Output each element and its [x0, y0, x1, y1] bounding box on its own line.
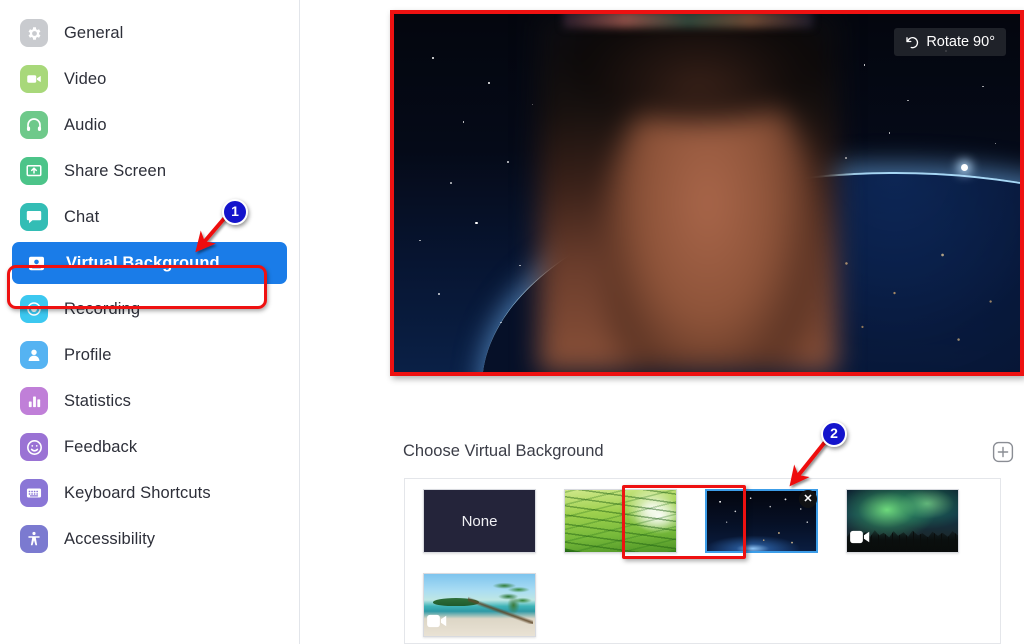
blurred-person-silhouette [539, 14, 837, 372]
star [462, 121, 465, 123]
video-preview-wrapper: Rotate 90° [390, 10, 1024, 376]
star [863, 64, 866, 66]
sidebar-item-profile[interactable]: Profile [10, 334, 289, 376]
thumbnail-grass[interactable] [564, 489, 677, 553]
keyboard-icon [20, 479, 48, 507]
star [531, 103, 534, 105]
video-preview[interactable]: Rotate 90° [390, 10, 1024, 376]
star [419, 239, 421, 242]
preview-top-artifact [563, 14, 814, 29]
sidebar-item-statistics[interactable]: Statistics [10, 380, 289, 422]
sidebar-item-label: General [64, 23, 124, 42]
sidebar-item-virtual-background[interactable]: Virtual Background [12, 242, 287, 284]
sidebar-item-label: Feedback [64, 437, 138, 456]
video-camera-icon [427, 614, 447, 633]
sidebar-item-label: Chat [64, 207, 100, 226]
star [475, 221, 478, 224]
rotate-button-label: Rotate 90° [926, 34, 995, 50]
choose-virtual-background-title: Choose Virtual Background [403, 442, 604, 460]
sidebar-item-label: Profile [64, 345, 112, 364]
sidebar-item-video[interactable]: Video [10, 58, 289, 100]
record-icon [20, 295, 48, 323]
headphones-icon [20, 111, 48, 139]
star [994, 142, 997, 145]
star [450, 182, 452, 184]
sidebar-item-label: Statistics [64, 391, 132, 410]
close-x-icon[interactable]: ✕ [799, 490, 817, 508]
star [519, 264, 521, 267]
sidebar-item-chat[interactable]: Chat [10, 196, 289, 238]
star [431, 56, 434, 59]
statistics-icon [20, 387, 48, 415]
smiley-icon [20, 433, 48, 461]
video-icon [20, 65, 48, 93]
thumbnail-image [565, 490, 676, 552]
rotate-90-button[interactable]: Rotate 90° [894, 28, 1006, 56]
settings-sidebar: General Video Audio Share Screen Chat Vi… [0, 0, 300, 644]
star [844, 157, 847, 159]
person-icon [22, 249, 50, 277]
rotate-ccw-icon [906, 36, 919, 48]
bright-star [960, 164, 968, 172]
sidebar-item-label: Recording [64, 299, 141, 318]
sidebar-item-label: Accessibility [64, 529, 156, 548]
star [506, 160, 509, 163]
sidebar-item-audio[interactable]: Audio [10, 104, 289, 146]
sidebar-item-feedback[interactable]: Feedback [10, 426, 289, 468]
sidebar-item-label: Keyboard Shortcuts [64, 483, 211, 502]
sidebar-item-general[interactable]: General [10, 12, 289, 54]
star [888, 132, 891, 134]
gear-icon [20, 19, 48, 47]
sidebar-item-label: Share Screen [64, 161, 167, 180]
preview-background-image [394, 14, 1020, 372]
video-camera-icon [850, 530, 870, 549]
share-screen-icon [20, 157, 48, 185]
sidebar-item-label: Virtual Background [66, 253, 220, 272]
thumbnail-none-label: None [461, 512, 498, 530]
thumbnail-tropical-beach[interactable] [423, 573, 536, 637]
accessibility-icon [20, 525, 48, 553]
profile-icon [20, 341, 48, 369]
virtual-background-pane: Rotate 90° Choose Virtual Background Non… [301, 0, 1024, 644]
star [982, 85, 984, 88]
star [487, 82, 491, 85]
sidebar-item-label: Audio [64, 115, 107, 134]
add-background-button[interactable] [991, 440, 1015, 464]
plus-box-icon [992, 441, 1014, 463]
sidebar-item-accessibility[interactable]: Accessibility [10, 518, 289, 560]
sidebar-item-share-screen[interactable]: Share Screen [10, 150, 289, 192]
sidebar-item-label: Video [64, 69, 107, 88]
thumbnail-none[interactable]: None [423, 489, 536, 553]
settings-window: General Video Audio Share Screen Chat Vi… [0, 0, 1024, 644]
sidebar-item-keyboard-shortcuts[interactable]: Keyboard Shortcuts [10, 472, 289, 514]
thumbnail-aurora-forest[interactable] [846, 489, 959, 553]
thumbnail-earth-from-space[interactable]: ✕ [705, 489, 818, 553]
chat-icon [20, 203, 48, 231]
star [437, 293, 440, 296]
virtual-background-thumbnail-list: None ✕ [404, 478, 1001, 644]
star [907, 99, 909, 102]
sidebar-item-recording[interactable]: Recording [10, 288, 289, 330]
